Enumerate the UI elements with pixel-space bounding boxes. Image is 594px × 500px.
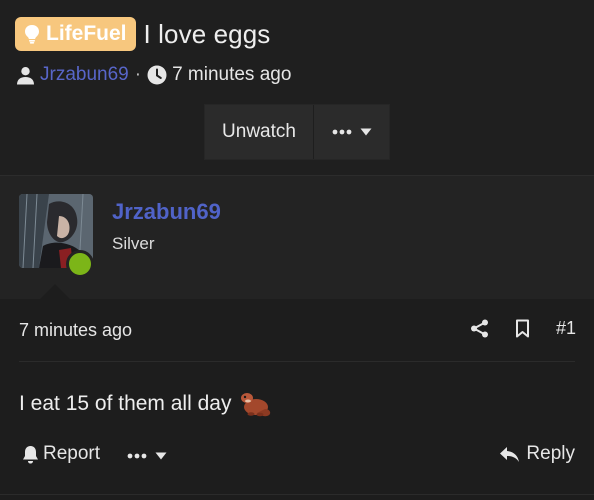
ellipsis-icon [332,129,351,135]
thread-more-options-button[interactable] [314,105,389,159]
unwatch-button[interactable]: Unwatch [205,105,314,159]
thread-title: I love eggs [143,18,271,49]
thread-meta: Jrzabun69 · 7 minutes ago [16,64,291,86]
thread-title-row: LifeFuel I love eggs [15,17,270,51]
post-message-text: I eat 15 of them all day [19,392,232,415]
lightbulb-icon [25,25,39,44]
caret-down-icon [360,128,371,136]
bookmark-icon[interactable] [515,319,530,338]
post-inner-divider [19,361,575,362]
user-rank-title: Silver [112,234,155,253]
otter-emoji-icon [241,393,271,417]
reply-arrow-icon [500,446,520,462]
post-footer: Report Reply [22,443,575,469]
thread-header: LifeFuel I love eggs Jrzabun69 · 7 minut… [0,0,594,174]
reply-label: Reply [526,443,575,464]
prefix-label: LifeFuel [46,22,127,45]
post-user-block: Jrzabun69 Silver [0,176,594,299]
thread-action-buttons: Unwatch [204,104,390,160]
online-status-indicator [66,250,94,278]
report-label: Report [43,443,101,464]
clock-icon [147,65,167,85]
thread-time[interactable]: 7 minutes ago [172,64,291,86]
caret-down-icon [155,452,167,460]
post-body: 7 minutes ago #1 I eat 15 of them all da… [0,299,594,500]
thread-prefix-badge[interactable]: LifeFuel [15,17,136,51]
post-number-link[interactable]: #1 [556,318,576,339]
share-icon[interactable] [470,319,489,338]
user-icon [17,66,34,84]
thread-author-link[interactable]: Jrzabun69 [40,64,129,86]
report-button[interactable]: Report [22,443,100,465]
ellipsis-icon [127,453,147,459]
post-message: I eat 15 of them all day [19,389,273,419]
meta-separator: · [134,64,142,85]
post-header-actions: #1 [470,318,576,339]
post-username-link[interactable]: Jrzabun69 [112,199,221,225]
post-pointer-arrow [40,284,70,299]
bell-icon [23,445,38,463]
reply-button[interactable]: Reply [499,443,575,465]
post-more-options-button[interactable] [127,443,167,469]
post-bottom-divider [0,494,594,495]
post-time-link[interactable]: 7 minutes ago [19,320,132,341]
